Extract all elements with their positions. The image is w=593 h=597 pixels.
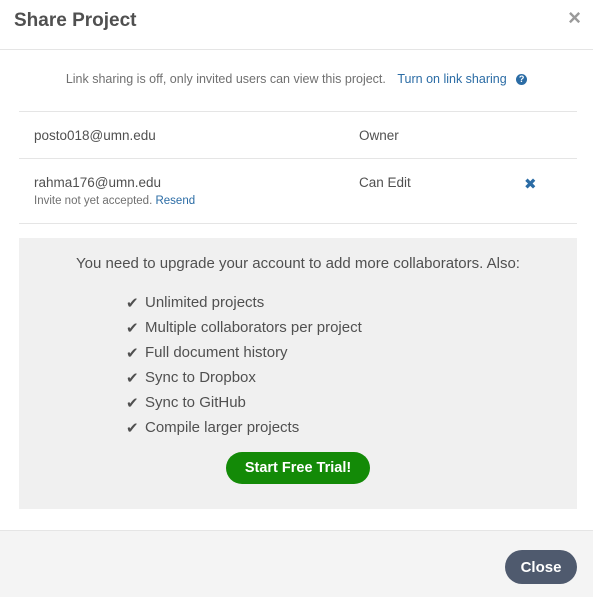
feature-list: ✔ Unlimited projects ✔ Multiple collaborat… (126, 290, 362, 440)
member-email: rahma176@umn.edu (34, 175, 162, 190)
member-row: rahma176@umn.edu Invite not yet accepted… (19, 158, 577, 224)
turn-on-link-sharing-link[interactable]: Turn on link sharing (397, 72, 506, 86)
feature-item: ✔ Sync to Dropbox (126, 365, 362, 390)
feature-item: ✔ Multiple collaborators per project (126, 315, 362, 340)
help-icon[interactable]: ? (516, 74, 528, 85)
upgrade-message: You need to upgrade your account to add … (76, 255, 520, 272)
start-free-trial-button[interactable]: Start Free Trial! (226, 452, 370, 484)
link-sharing-row: Link sharing is off, only invited users … (0, 72, 593, 86)
link-sharing-status: Link sharing is off, only invited users … (65, 72, 386, 86)
feature-label: Unlimited projects (145, 294, 265, 311)
check-icon: ✔ (126, 369, 139, 387)
feature-item: ✔ Compile larger projects (126, 415, 362, 440)
feature-label: Compile larger projects (145, 419, 300, 436)
close-icon[interactable]: × (568, 6, 581, 30)
check-icon: ✔ (126, 344, 139, 362)
modal-footer: Close (0, 530, 593, 597)
member-role: Owner (359, 128, 399, 143)
check-icon: ✔ (126, 319, 139, 337)
modal-header: Share Project × (0, 0, 593, 50)
share-project-modal: Share Project × Link sharing is off, onl… (0, 0, 593, 597)
member-row: posto018@umn.edu Owner (19, 111, 577, 158)
member-email: posto018@umn.edu (34, 128, 156, 143)
feature-item: ✔ Sync to GitHub (126, 390, 362, 415)
resend-link[interactable]: Resend (155, 195, 195, 207)
check-icon: ✔ (126, 394, 139, 412)
feature-label: Sync to GitHub (145, 394, 246, 411)
check-icon: ✔ (126, 294, 139, 312)
feature-label: Multiple collaborators per project (145, 319, 362, 336)
feature-item: ✔ Full document history (126, 340, 362, 365)
upgrade-panel: You need to upgrade your account to add … (19, 238, 577, 509)
invite-pending-text: Invite not yet accepted. (34, 195, 153, 207)
feature-label: Sync to Dropbox (145, 369, 256, 386)
member-role[interactable]: Can Edit (359, 175, 411, 190)
check-icon: ✔ (126, 419, 139, 437)
feature-label: Full document history (145, 344, 288, 361)
modal-title: Share Project (14, 10, 137, 31)
invite-pending: Invite not yet accepted. Resend (34, 195, 195, 207)
members-list: posto018@umn.edu Owner rahma176@umn.edu … (19, 111, 577, 224)
close-button[interactable]: Close (505, 550, 577, 584)
feature-item: ✔ Unlimited projects (126, 290, 362, 315)
remove-member-icon[interactable]: ✖ (524, 175, 537, 193)
